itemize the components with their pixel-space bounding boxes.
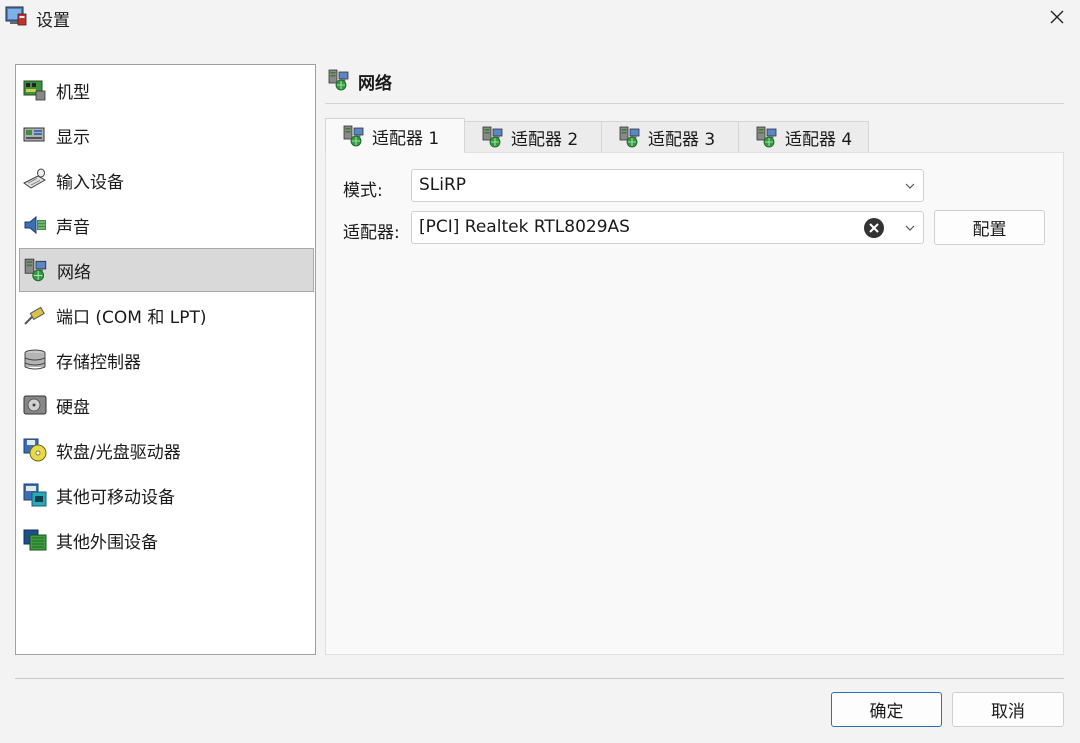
- close-icon: [1050, 10, 1064, 24]
- configure-button[interactable]: 配置: [934, 210, 1045, 245]
- sidebar-item-label: 机型: [56, 82, 90, 103]
- network-icon: [481, 125, 505, 149]
- title-bar: 设置: [0, 0, 1080, 34]
- adapter-value: [PCI] Realtek RTL8029AS: [419, 217, 630, 237]
- display-icon: [23, 127, 45, 142]
- sidebar-item-removable-devices[interactable]: 其他可移动设备: [19, 473, 314, 517]
- input-device-icon: [23, 168, 47, 189]
- tab-label: 适配器 1: [372, 128, 440, 149]
- settings-app-icon: [5, 6, 27, 26]
- sidebar-item-label: 存储控制器: [56, 352, 141, 373]
- tab-label: 适配器 3: [648, 129, 716, 150]
- sidebar-item-label: 其他可移动设备: [56, 487, 175, 508]
- network-icon: [342, 124, 366, 148]
- sidebar-item-label: 显示: [56, 127, 90, 148]
- mode-label: 模式:: [343, 181, 383, 201]
- sidebar-item-storage-controllers[interactable]: 存储控制器: [19, 338, 314, 382]
- tab-adapter-2[interactable]: 适配器 2: [464, 121, 602, 152]
- sidebar-item-label: 端口 (COM 和 LPT): [56, 307, 207, 328]
- sidebar-item-floppy-cdrom[interactable]: 软盘/光盘驱动器: [19, 428, 314, 472]
- machine-icon: [23, 80, 46, 101]
- sidebar-item-label: 输入设备: [56, 172, 124, 193]
- hard-disk-icon: [23, 395, 47, 415]
- tab-label: 适配器 4: [785, 129, 853, 150]
- network-icon: [755, 125, 779, 149]
- clear-icon[interactable]: [863, 217, 885, 239]
- footer-divider: [15, 678, 1064, 679]
- tab-adapter-1[interactable]: 适配器 1: [325, 118, 465, 153]
- removable-device-icon: [23, 483, 47, 507]
- mode-select[interactable]: SLiRP: [411, 169, 924, 202]
- settings-category-list[interactable]: 机型 显示 输入设备 声音 网络 端口 (COM 和 LPT) 存储控制器 硬盘…: [15, 64, 316, 655]
- ok-button[interactable]: 确定: [831, 692, 942, 727]
- cancel-button[interactable]: 取消: [952, 692, 1064, 727]
- adapter-label: 适配器:: [343, 223, 400, 243]
- tab-adapter-4[interactable]: 适配器 4: [738, 121, 869, 152]
- storage-controller-icon: [24, 349, 46, 370]
- sidebar-item-display[interactable]: 显示: [19, 113, 314, 157]
- chevron-down-icon: [905, 183, 915, 189]
- adapter-select[interactable]: [PCI] Realtek RTL8029AS: [411, 211, 924, 244]
- sidebar-item-label: 其他外围设备: [56, 532, 158, 553]
- sidebar-item-ports[interactable]: 端口 (COM 和 LPT): [19, 293, 314, 337]
- adapter-tabs: 适配器 1 适配器 2 适配器 3 适配器 4: [325, 118, 1064, 153]
- sound-icon: [24, 215, 46, 235]
- sidebar-item-network[interactable]: 网络: [19, 248, 314, 292]
- network-icon: [23, 257, 49, 283]
- sidebar-item-label: 软盘/光盘驱动器: [56, 442, 181, 463]
- sidebar-item-hard-disks[interactable]: 硬盘: [19, 383, 314, 427]
- network-icon: [327, 68, 351, 92]
- peripheral-icon: [23, 529, 47, 551]
- chevron-down-icon: [905, 225, 915, 231]
- mode-value: SLiRP: [419, 175, 467, 195]
- section-header: 网络: [325, 64, 1064, 104]
- section-title: 网络: [358, 74, 392, 94]
- port-icon: [24, 306, 45, 325]
- close-button[interactable]: [1034, 0, 1080, 34]
- sidebar-item-label: 硬盘: [56, 397, 90, 418]
- adapter-settings-panel: 模式: SLiRP 适配器: [PCI] Realtek RTL8029AS 配…: [325, 152, 1064, 655]
- network-icon: [618, 125, 642, 149]
- window-title: 设置: [36, 11, 70, 31]
- sidebar-item-other-peripherals[interactable]: 其他外围设备: [19, 518, 314, 562]
- sidebar-item-label: 声音: [56, 217, 90, 238]
- sidebar-item-machine[interactable]: 机型: [19, 68, 314, 112]
- sidebar-item-sound[interactable]: 声音: [19, 203, 314, 247]
- sidebar-item-input-devices[interactable]: 输入设备: [19, 158, 314, 202]
- tab-label: 适配器 2: [511, 129, 579, 150]
- floppy-cdrom-icon: [23, 438, 47, 462]
- tab-adapter-3[interactable]: 适配器 3: [601, 121, 739, 152]
- sidebar-item-label: 网络: [57, 262, 91, 283]
